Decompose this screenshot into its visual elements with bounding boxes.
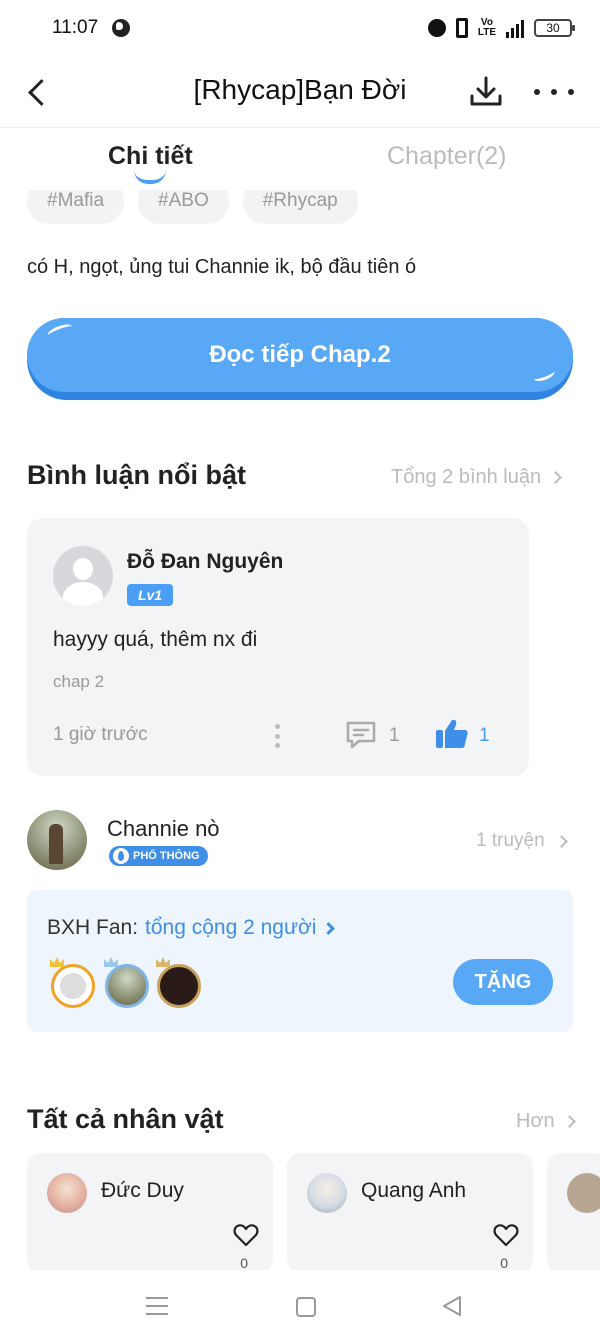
user-level-badge: Lv1 <box>127 584 173 606</box>
gift-button[interactable]: TẶNG <box>453 959 553 1005</box>
comments-title: Bình luận nổi bật <box>27 460 246 490</box>
story-description: có H, ngọt, ủng tui Channie ik, bộ đầu t… <box>27 256 417 278</box>
comment-card[interactable]: Đỗ Đan Nguyên Lv1 hayyy quá, thêm nx đi … <box>27 518 529 776</box>
fan-avatar[interactable] <box>156 957 201 1008</box>
app-header: [Rhycap]Bạn Đời <box>0 56 600 128</box>
recent-apps-button[interactable] <box>146 1297 168 1315</box>
tab-bar: Chi tiết Chapter(2) <box>0 128 600 190</box>
author-rank-badge: PHỔ THÔNG <box>109 846 208 866</box>
character-name: Quang Anh <box>361 1179 467 1202</box>
fan-ranking-link[interactable]: tổng cộng 2 người <box>145 916 336 940</box>
fan-avatar[interactable] <box>50 957 95 1008</box>
like-count: 1 <box>479 725 490 746</box>
system-nav-bar <box>0 1270 600 1343</box>
battery-icon: 30 <box>534 19 575 37</box>
dot-icon <box>568 89 574 95</box>
continue-reading-button[interactable]: Đọc tiếp Chap.2 <box>27 318 573 400</box>
author-stories-link[interactable]: 1 truyện <box>476 830 568 852</box>
status-time: 11:07 <box>52 17 99 38</box>
all-comments-link[interactable]: Tổng 2 bình luận <box>391 466 562 489</box>
all-comments-label: Tổng 2 bình luận <box>391 466 542 488</box>
chevron-right-icon <box>554 834 568 848</box>
fan-avatar[interactable] <box>104 957 149 1008</box>
heart-icon[interactable] <box>233 1223 259 1247</box>
globe-icon <box>112 19 131 37</box>
home-button[interactable] <box>296 1297 316 1317</box>
alarm-icon <box>427 19 446 37</box>
heart-icon[interactable] <box>493 1223 519 1247</box>
dot-icon <box>275 733 280 739</box>
dot-icon <box>551 89 557 95</box>
fan-ranking-box: BXH Fan: tổng cộng 2 người TẶNG <box>27 890 573 1032</box>
tab-indicator <box>134 170 166 184</box>
comment-user-name[interactable]: Đỗ Đan Nguyên <box>127 550 283 574</box>
character-likes: 0 <box>240 1255 248 1271</box>
tag-chip[interactable]: #Rhycap <box>242 190 358 224</box>
volte-icon: Vo LTE <box>477 17 496 38</box>
tab-detail[interactable]: Chi tiết <box>108 142 193 171</box>
comment-time: 1 giờ trước <box>53 724 148 745</box>
character-card[interactable] <box>547 1153 600 1273</box>
reply-icon[interactable] <box>345 720 377 750</box>
vibrate-icon <box>455 18 468 38</box>
dot-icon <box>534 89 540 95</box>
character-card[interactable]: Đức Duy 0 <box>27 1153 273 1273</box>
download-button[interactable] <box>466 72 506 112</box>
more-characters-link[interactable]: Hơn <box>516 1110 576 1133</box>
tab-chapter[interactable]: Chapter(2) <box>387 142 507 171</box>
continue-reading-label: Đọc tiếp Chap.2 <box>27 318 573 392</box>
character-avatar <box>567 1173 600 1213</box>
chevron-right-icon <box>562 1115 576 1128</box>
author-name[interactable]: Channie nò <box>107 816 220 842</box>
comment-menu-button[interactable] <box>275 724 281 748</box>
status-icons: Vo LTE 30 <box>427 17 575 38</box>
fan-ranking-label: BXH Fan: <box>47 916 139 939</box>
crown-icon <box>104 957 118 967</box>
character-likes: 0 <box>500 1255 508 1271</box>
more-options-button[interactable] <box>534 74 574 110</box>
crown-icon <box>156 957 170 967</box>
characters-title: Tất cả nhân vật <box>27 1104 224 1134</box>
character-avatar <box>47 1173 87 1213</box>
system-back-button[interactable] <box>440 1294 464 1318</box>
download-icon <box>470 76 502 106</box>
like-icon[interactable] <box>435 718 469 750</box>
status-bar: 11:07 Vo LTE 30 <box>0 0 600 56</box>
page-title: [Rhycap]Bạn Đời <box>193 74 407 105</box>
comment-text: hayyy quá, thêm nx đi <box>53 628 258 651</box>
fan-total-label: tổng cộng 2 người <box>145 916 317 939</box>
avatar[interactable] <box>53 546 113 606</box>
chevron-right-icon <box>322 921 336 935</box>
character-name: Đức Duy <box>101 1179 184 1202</box>
crown-icon <box>50 957 64 967</box>
dot-icon <box>275 724 280 729</box>
tag-list: #Mafia #ABO #Rhycap <box>27 190 358 226</box>
dot-icon <box>275 743 280 748</box>
tag-chip[interactable]: #ABO <box>138 190 229 224</box>
more-characters-label: Hơn <box>516 1110 555 1132</box>
chevron-right-icon <box>549 471 562 484</box>
character-card[interactable]: Quang Anh 0 <box>287 1153 533 1273</box>
tag-chip[interactable]: #Mafia <box>27 190 125 224</box>
character-avatar <box>307 1173 347 1213</box>
reply-count: 1 <box>389 725 400 746</box>
comment-chapter: chap 2 <box>53 672 105 691</box>
signal-icon <box>506 18 524 38</box>
author-stories-label: 1 truyện <box>476 830 545 851</box>
author-avatar[interactable] <box>27 810 87 870</box>
